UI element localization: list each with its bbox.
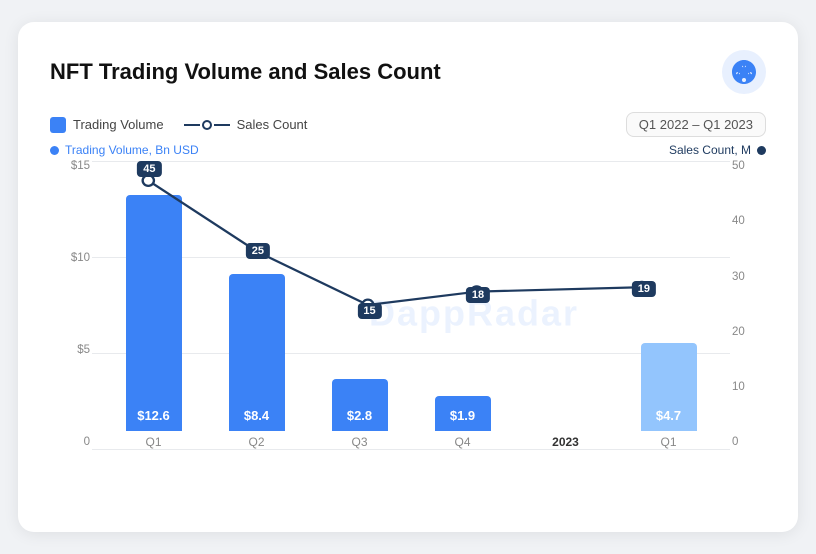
sales-count-icon [184, 120, 230, 130]
bar-wrapper: $2.8 [332, 379, 388, 431]
bar-wrapper: $4.7 [641, 343, 697, 431]
y-axis-left: $15 $10 $5 0 [50, 161, 90, 449]
badge-q3: 15 [357, 303, 381, 319]
page-title: NFT Trading Volume and Sales Count [50, 59, 441, 85]
bar-q1-2023: $4.7 [641, 343, 697, 431]
bar-value-q4: $1.9 [435, 408, 491, 423]
y-axis-right: 50 40 30 20 10 0 [732, 161, 766, 449]
badge-q2: 25 [246, 243, 270, 259]
legend-trading-volume-label: Trading Volume [73, 117, 164, 132]
legend-sales-count-label: Sales Count [237, 117, 308, 132]
x-label-2023: 2023 [552, 435, 579, 449]
bars-container: $12.6 Q1 $8.4 Q2 [92, 161, 730, 449]
bar-value-q2: $8.4 [229, 408, 285, 423]
header: NFT Trading Volume and Sales Count [50, 50, 766, 94]
logo-icon [722, 50, 766, 94]
bar-group-q3: $2.8 Q3 [308, 379, 411, 449]
bar-value-q1-2023: $4.7 [641, 408, 697, 423]
bar-q3: $2.8 [332, 379, 388, 431]
axis-left-label: Trading Volume, Bn USD [50, 143, 199, 157]
bar-wrapper: $1.9 [435, 396, 491, 431]
chart-area: $15 $10 $5 0 50 40 30 20 10 0 DappRadar [50, 161, 766, 481]
bar-group-q1: $12.6 Q1 [102, 195, 205, 449]
x-label-q1: Q1 [145, 435, 161, 449]
legend-left: Trading Volume Sales Count [50, 117, 307, 133]
dot-dark-icon [757, 146, 766, 155]
bar-q2: $8.4 [229, 274, 285, 431]
trading-volume-icon [50, 117, 66, 133]
date-range-badge[interactable]: Q1 2022 – Q1 2023 [626, 112, 766, 137]
bar-group-q4: $1.9 Q4 [411, 396, 514, 449]
chart-inner: DappRadar $12.6 Q1 [92, 161, 730, 449]
bar-group-q2: $8.4 Q2 [205, 274, 308, 449]
x-label-q4: Q4 [454, 435, 470, 449]
x-label-q2: Q2 [248, 435, 264, 449]
bar-value-q1: $12.6 [126, 408, 182, 423]
dot-blue-icon [50, 146, 59, 155]
legend-row: Trading Volume Sales Count Q1 2022 – Q1 … [50, 112, 766, 137]
bar-q1: $12.6 [126, 195, 182, 431]
x-label-q1-2023: Q1 [660, 435, 676, 449]
axis-labels-row: Trading Volume, Bn USD Sales Count, M [50, 143, 766, 157]
bar-wrapper: $8.4 [229, 274, 285, 431]
axis-right-label: Sales Count, M [669, 143, 766, 157]
bar-q4: $1.9 [435, 396, 491, 431]
chart-card: NFT Trading Volume and Sales Count Tradi… [18, 22, 798, 532]
bar-group-q1-2023: $4.7 Q1 [617, 343, 720, 449]
legend-sales-count: Sales Count [184, 117, 308, 132]
badge-q1-2023: 19 [632, 281, 656, 297]
bar-wrapper: $12.6 [126, 195, 182, 431]
x-label-q3: Q3 [351, 435, 367, 449]
badge-q4: 18 [466, 287, 490, 303]
bar-group-2023: 2023 [514, 431, 617, 449]
legend-trading-volume: Trading Volume [50, 117, 164, 133]
bar-value-q3: $2.8 [332, 408, 388, 423]
badge-q1: 45 [137, 161, 161, 177]
grid-line [92, 449, 730, 450]
